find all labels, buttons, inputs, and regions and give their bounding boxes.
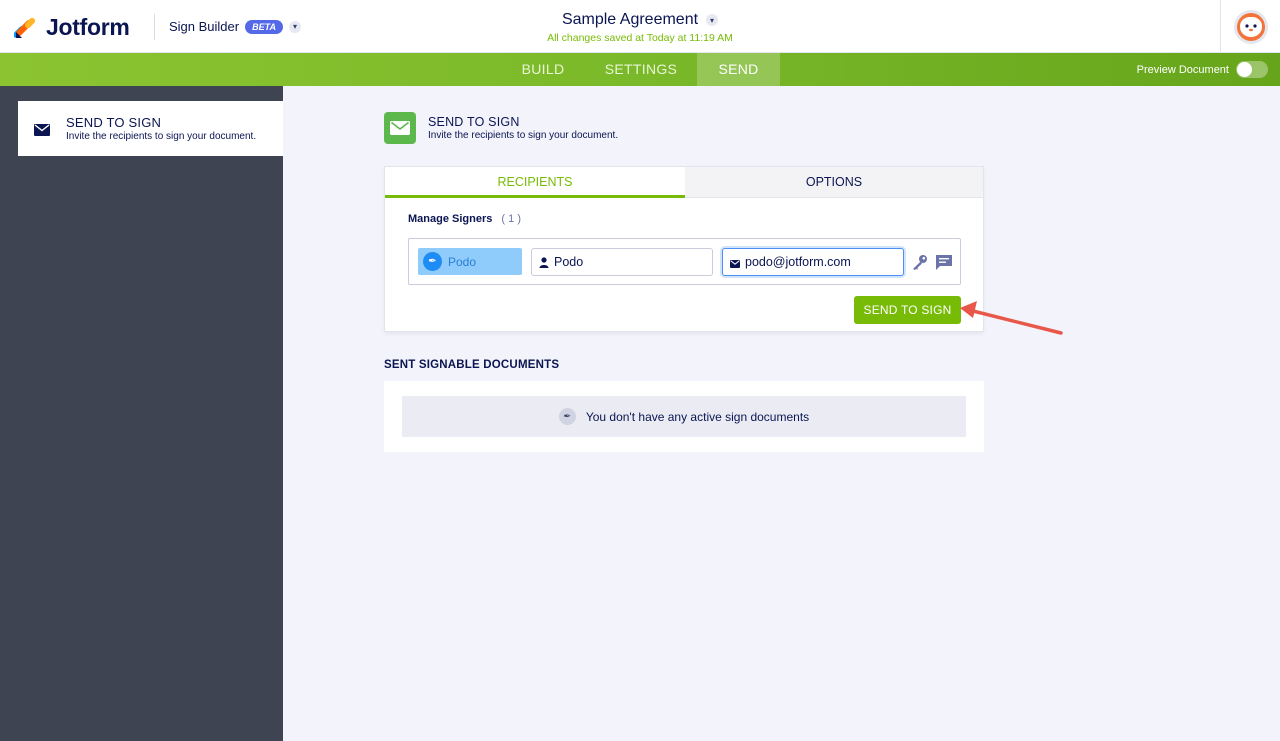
signer-email-field[interactable]: podo@jotform.com (722, 248, 904, 276)
save-status: All changes saved at Today at 11:19 AM (547, 32, 733, 44)
account-menu[interactable] (1220, 0, 1280, 53)
envelope-icon (384, 112, 416, 144)
sidebar-item-send-to-sign[interactable]: SEND TO SIGN Invite the recipients to si… (18, 101, 283, 156)
podo-mascot-icon (1239, 16, 1262, 37)
tab-build[interactable]: BUILD (508, 53, 578, 86)
envelope-icon (34, 123, 50, 136)
signer-role-chip[interactable]: ✒ Podo (418, 248, 522, 275)
pen-nib-icon: ✒ (558, 408, 576, 425)
sidebar-item-title: SEND TO SIGN (66, 115, 162, 130)
envelope-icon (730, 257, 740, 268)
sidebar: SEND TO SIGN Invite the recipients to si… (0, 86, 283, 741)
chevron-down-icon[interactable]: ▾ (706, 14, 719, 26)
signer-role-label: Podo (448, 254, 477, 269)
recipients-card: RECIPIENTS OPTIONS Manage Signers ( 1 ) … (384, 166, 984, 332)
sent-documents-panel: ✒ You don't have any active sign documen… (384, 381, 984, 452)
sidebar-item-subtitle: Invite the recipients to sign your docum… (66, 131, 257, 142)
preview-document: Preview Document (1137, 53, 1268, 86)
manage-signers-label: Manage Signers ( 1 ) (408, 213, 521, 225)
document-title[interactable]: Sample Agreement ▾ (561, 11, 719, 29)
empty-state: ✒ You don't have any active sign documen… (402, 396, 966, 437)
preview-toggle[interactable] (1236, 61, 1268, 78)
tab-options[interactable]: OPTIONS (685, 167, 983, 198)
empty-state-message: You don't have any active sign documents (585, 409, 810, 424)
document-title-text: Sample Agreement (561, 11, 699, 28)
toggle-knob (1237, 62, 1252, 77)
user-icon (539, 257, 549, 268)
send-to-sign-button[interactable]: SEND TO SIGN (854, 296, 961, 324)
key-icon[interactable] (911, 253, 929, 271)
signer-name-value: Podo (554, 255, 584, 269)
annotation-arrow (960, 301, 1063, 335)
builder-nav: BUILD SETTINGS SEND Preview Document (0, 53, 1280, 86)
tab-settings[interactable]: SETTINGS (595, 53, 687, 86)
manage-signers-text: Manage Signers (408, 213, 493, 225)
signer-name-field[interactable]: Podo (531, 248, 713, 276)
preview-label: Preview Document (1136, 63, 1229, 76)
signer-email-value: podo@jotform.com (745, 255, 851, 269)
section-subtitle: Invite the recipients to sign your docum… (428, 130, 619, 141)
section-title: SEND TO SIGN (428, 115, 520, 129)
tab-recipients[interactable]: RECIPIENTS (385, 167, 685, 198)
sent-documents-title: SENT SIGNABLE DOCUMENTS (384, 359, 560, 371)
section-heading: SEND TO SIGN Invite the recipients to si… (384, 112, 618, 144)
card-tabs: RECIPIENTS OPTIONS (385, 167, 983, 198)
avatar[interactable] (1233, 9, 1268, 44)
tab-send[interactable]: SEND (697, 53, 780, 86)
document-title-area: Sample Agreement ▾ All changes saved at … (0, 11, 1280, 44)
signer-row: ✒ Podo Podo podo@jotform.com (408, 238, 961, 285)
message-icon[interactable] (935, 253, 953, 271)
pen-nib-icon: ✒ (423, 252, 442, 271)
app-header: Jotform Sign Builder BETA ▾ Sample Agree… (0, 0, 1280, 53)
signer-count: ( 1 ) (501, 213, 521, 225)
